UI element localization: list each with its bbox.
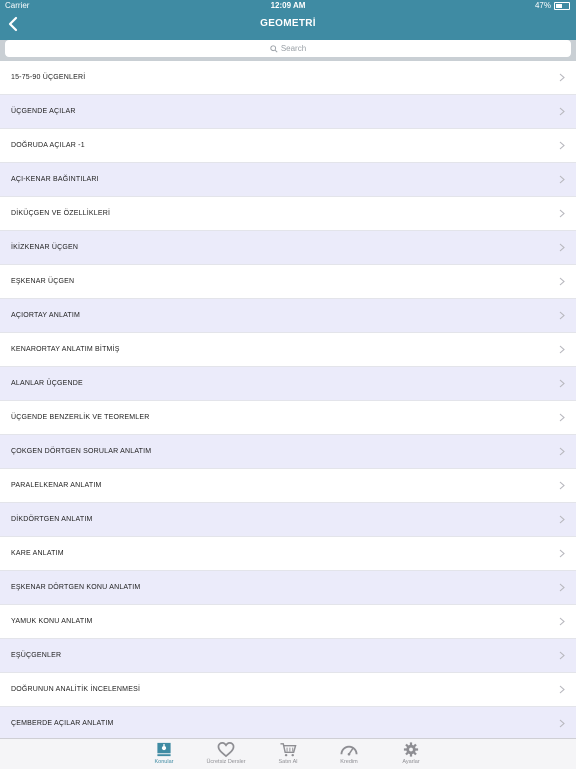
chevron-right-icon [559,175,565,184]
tab-heart[interactable]: Ücretsiz Dersler [196,741,256,769]
tab-gauge[interactable]: Kredim [319,741,379,769]
list-item[interactable]: İKİZKENAR ÜÇGEN [0,231,576,265]
chevron-right-icon [559,617,565,626]
topic-label: DOĞRUDA AÇILAR -1 [11,142,85,149]
topic-label: 15-75-90 ÜÇGENLERİ [11,74,86,81]
tab-label: Konular [154,759,174,765]
chevron-right-icon [559,243,565,252]
topic-label: AÇI-KENAR BAĞINTILARI [11,176,99,183]
tab-topics[interactable]: Konular [134,741,194,769]
chevron-right-icon [559,447,565,456]
topic-label: EŞÜÇGENLER [11,652,62,659]
navigation-bar: Carrier 12:09 AM 47% GEOMETRİ [0,0,576,40]
chevron-right-icon [559,549,565,558]
topic-label: KARE ANLATIM [11,550,64,557]
list-item[interactable]: ALANLAR ÜÇGENDE [0,367,576,401]
topic-label: ÜÇGENDE AÇILAR [11,108,76,115]
chevron-right-icon [559,277,565,286]
topic-label: PARALELKENAR ANLATIM [11,482,102,489]
list-item[interactable]: EŞKENAR ÜÇGEN [0,265,576,299]
list-item[interactable]: AÇIORTAY ANLATIM [0,299,576,333]
search-placeholder: Search [280,44,307,53]
tab-label: Ücretsiz Dersler [206,759,246,765]
topic-label: DİKDÖRTGEN ANLATIM [11,516,93,523]
chevron-right-icon [559,141,565,150]
list-item[interactable]: EŞÜÇGENLER [0,639,576,673]
list-item[interactable]: YAMUK KONU ANLATIM [0,605,576,639]
status-bar: Carrier 12:09 AM 47% [0,0,576,12]
tab-label: Ayarlar [402,759,420,765]
chevron-right-icon [559,73,565,82]
list-item[interactable]: PARALELKENAR ANLATIM [0,469,576,503]
search-icon [270,44,278,53]
tab-cart[interactable]: Satın Al [258,741,318,769]
topic-label: AÇIORTAY ANLATIM [11,312,81,319]
gear-icon [403,742,419,757]
topic-label: ÇEMBERDE AÇILAR ANLATIM [11,720,114,727]
tab-bar: Konular Ücretsiz Dersler Satın Al Kredim Aya… [0,738,576,769]
page-title: GEOMETRİ [260,18,316,29]
topics-icon [157,742,171,757]
tab-gear[interactable]: Ayarlar [381,741,441,769]
list-item[interactable]: DOĞRUNUN ANALİTİK İNCELENMESİ [0,673,576,707]
chevron-right-icon [559,413,565,422]
list-item[interactable]: ÇEMBERDE AÇILAR ANLATIM [0,707,576,741]
heart-icon [217,742,235,758]
clock: 12:09 AM [270,1,306,10]
topic-label: ÜÇGENDE BENZERLİK VE TEOREMLER [11,414,150,421]
list-item[interactable]: KENARORTAY ANLATIM BİTMİŞ [0,333,576,367]
cart-icon [280,743,297,757]
topic-label: ÇOKGEN DÖRTGEN SORULAR ANLATIM [11,448,152,455]
chevron-right-icon [559,345,565,354]
search-bar: Search [0,40,576,61]
topic-label: EŞKENAR DÖRTGEN KONU ANLATIM [11,584,141,591]
list-item[interactable]: KARE ANLATIM [0,537,576,571]
topic-list: 15-75-90 ÜÇGENLERİ ÜÇGENDE AÇILAR DOĞRUDA … [0,61,576,741]
search-input[interactable]: Search [5,40,571,57]
list-item[interactable]: ÜÇGENDE BENZERLİK VE TEOREMLER [0,401,576,435]
battery-indicator: 47% [535,1,570,10]
chevron-right-icon [559,311,565,320]
chevron-right-icon [559,481,565,490]
list-item[interactable]: 15-75-90 ÜÇGENLERİ [0,61,576,95]
gauge-icon [340,745,358,756]
chevron-right-icon [559,107,565,116]
chevron-right-icon [559,379,565,388]
topic-label: DİKÜÇGEN VE ÖZELLİKLERİ [11,210,111,217]
chevron-right-icon [559,719,565,728]
battery-percent: 47% [534,1,551,10]
list-item[interactable]: ÇOKGEN DÖRTGEN SORULAR ANLATIM [0,435,576,469]
topic-label: ALANLAR ÜÇGENDE [11,380,83,387]
tab-label: Satın Al [278,759,298,765]
list-item[interactable]: ÜÇGENDE AÇILAR [0,95,576,129]
battery-icon [554,1,570,10]
topic-label: EŞKENAR ÜÇGEN [11,278,75,285]
topic-label: DOĞRUNUN ANALİTİK İNCELENMESİ [11,686,141,693]
chevron-right-icon [559,685,565,694]
list-item[interactable]: DOĞRUDA AÇILAR -1 [0,129,576,163]
list-item[interactable]: DİKÜÇGEN VE ÖZELLİKLERİ [0,197,576,231]
topic-label: İKİZKENAR ÜÇGEN [11,244,79,251]
chevron-right-icon [559,515,565,524]
topic-label: KENARORTAY ANLATIM BİTMİŞ [11,346,120,353]
chevron-right-icon [559,651,565,660]
topic-label: YAMUK KONU ANLATIM [11,618,93,625]
list-item[interactable]: DİKDÖRTGEN ANLATIM [0,503,576,537]
list-item[interactable]: EŞKENAR DÖRTGEN KONU ANLATIM [0,571,576,605]
tab-label: Kredim [340,759,358,765]
list-item[interactable]: AÇI-KENAR BAĞINTILARI [0,163,576,197]
chevron-right-icon [559,209,565,218]
chevron-right-icon [559,583,565,592]
